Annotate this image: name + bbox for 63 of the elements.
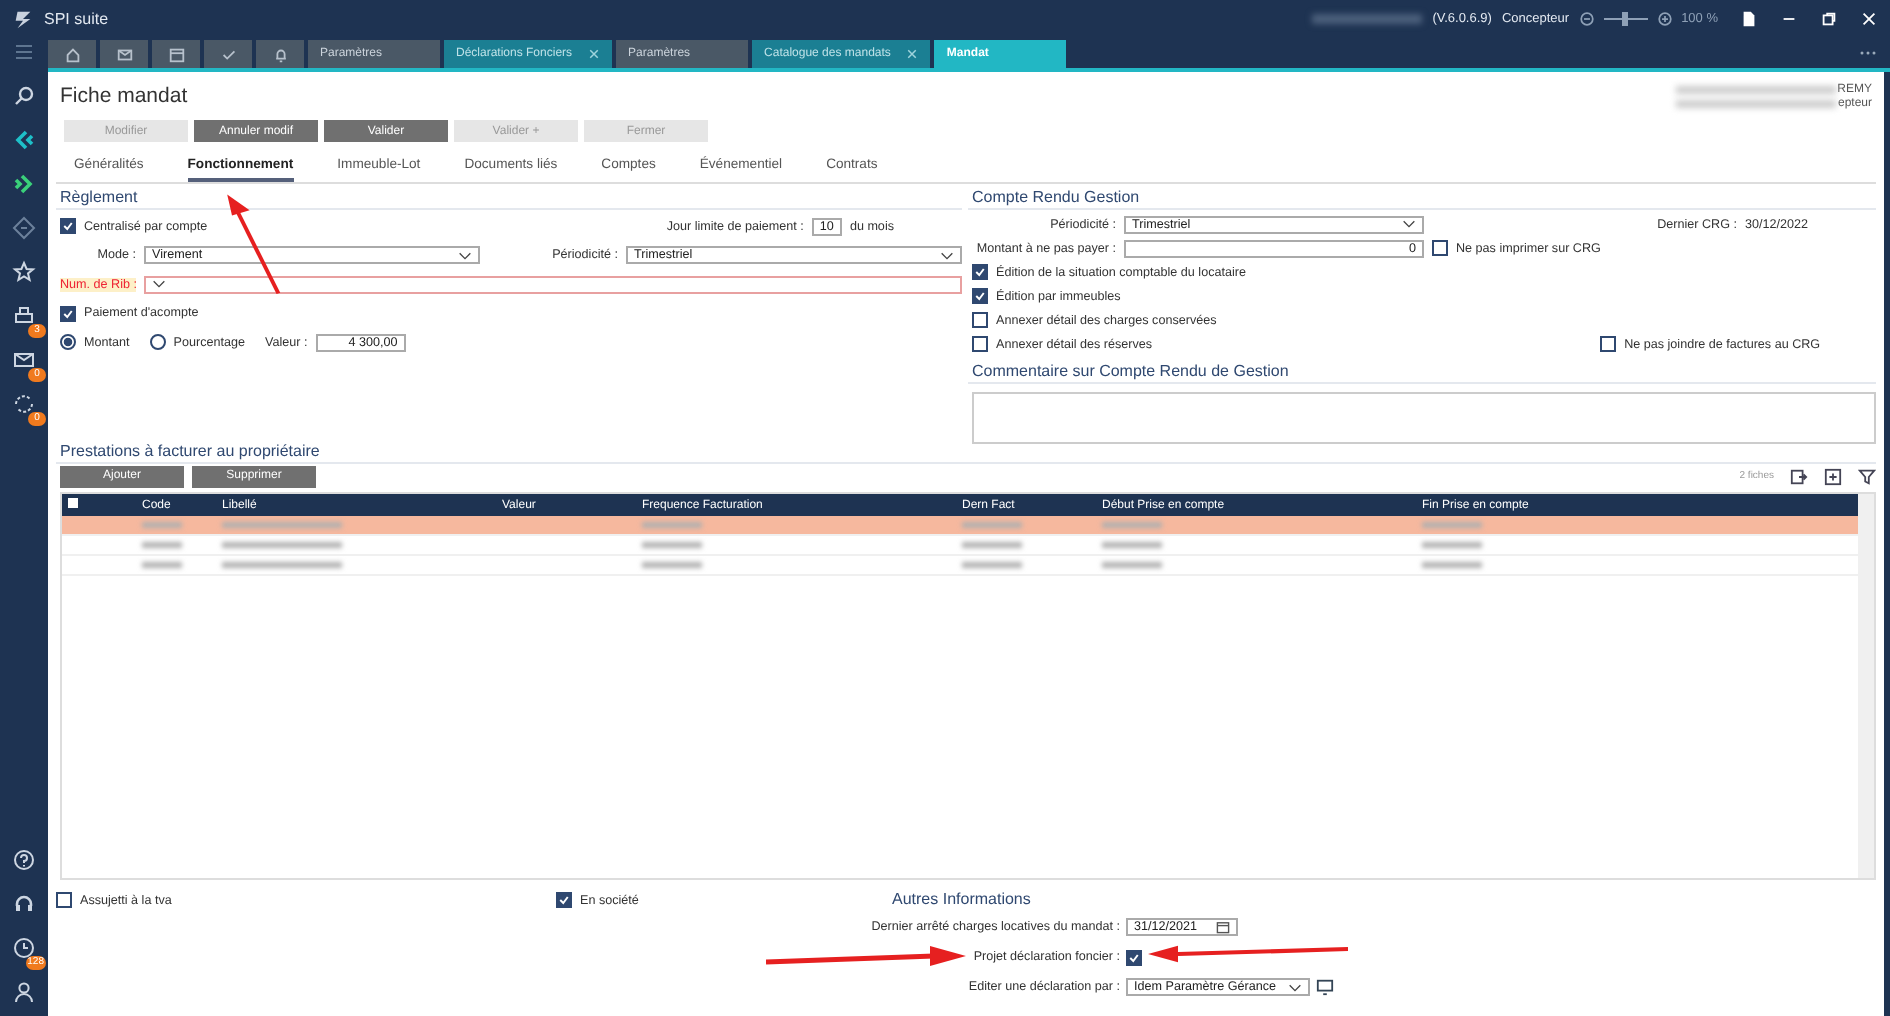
window-title: SPI suite (44, 9, 109, 27)
checkbox[interactable] (1432, 240, 1448, 256)
select-all-checkbox[interactable] (68, 498, 78, 508)
tab[interactable] (48, 40, 96, 68)
sync-icon[interactable] (12, 392, 36, 416)
checkbox[interactable] (972, 336, 988, 352)
printer-icon[interactable] (12, 304, 36, 328)
checkbox[interactable] (1126, 949, 1142, 965)
checkbox[interactable] (56, 892, 72, 908)
calendar-icon (1216, 920, 1230, 934)
more-icon[interactable] (1858, 50, 1878, 56)
section-title: Règlement (56, 184, 962, 210)
restore-icon[interactable] (1820, 9, 1838, 27)
search-icon[interactable] (12, 84, 36, 108)
mail-icon (115, 45, 133, 63)
chevron-left-icon[interactable] (12, 128, 36, 152)
checkbox[interactable] (60, 305, 76, 322)
star-icon[interactable] (12, 260, 36, 284)
menu-icon[interactable] (12, 40, 36, 64)
zoom-out-icon[interactable] (1579, 11, 1594, 25)
section-title: Prestations à facturer au propriétaire (56, 438, 1876, 464)
radio-button[interactable] (149, 334, 166, 351)
monitor-icon[interactable] (1316, 978, 1334, 996)
page-title: Fiche mandat (60, 84, 190, 108)
caret-icon (1402, 220, 1416, 228)
scrollbar[interactable] (1858, 494, 1874, 878)
chevron-right-icon[interactable] (12, 172, 36, 196)
section-title: Commentaire sur Compte Rendu de Gestion (968, 358, 1876, 384)
checkbox[interactable] (972, 312, 988, 328)
caret-icon (152, 280, 166, 289)
document-icon[interactable] (1740, 9, 1758, 27)
filter-icon[interactable] (1858, 467, 1876, 485)
calendar-icon (167, 45, 185, 63)
caret-icon (458, 251, 472, 260)
checkbox[interactable] (1600, 336, 1617, 352)
logo-icon (12, 7, 34, 29)
radio-button[interactable] (60, 334, 76, 351)
zoom-in-icon[interactable] (1657, 11, 1672, 25)
user-icon[interactable] (12, 980, 36, 1004)
comment-field[interactable] (972, 392, 1876, 444)
home-icon (63, 45, 81, 63)
blurred-text (1312, 13, 1423, 23)
checkbox[interactable] (972, 264, 988, 280)
check-icon (219, 45, 237, 63)
mail-icon[interactable] (12, 348, 36, 372)
tab[interactable] (152, 40, 200, 68)
section-title: Compte Rendu Gestion (968, 184, 1876, 210)
add-icon[interactable] (1824, 467, 1842, 485)
zoom-slider-thumb[interactable] (1622, 11, 1629, 25)
tab[interactable] (256, 40, 304, 68)
caret-icon (940, 251, 954, 260)
help-icon[interactable] (12, 848, 36, 872)
section-title: Autres Informations (890, 888, 1033, 910)
bell-icon (271, 45, 289, 63)
checkbox[interactable] (972, 288, 988, 304)
headset-icon[interactable] (12, 892, 36, 916)
tab[interactable] (100, 40, 148, 68)
checkbox[interactable] (556, 892, 572, 908)
checkbox[interactable] (60, 218, 76, 235)
diamond-icon[interactable] (12, 216, 36, 240)
caret-icon (1288, 983, 1302, 991)
clock-icon[interactable] (12, 936, 36, 960)
export-icon[interactable] (1790, 467, 1808, 485)
